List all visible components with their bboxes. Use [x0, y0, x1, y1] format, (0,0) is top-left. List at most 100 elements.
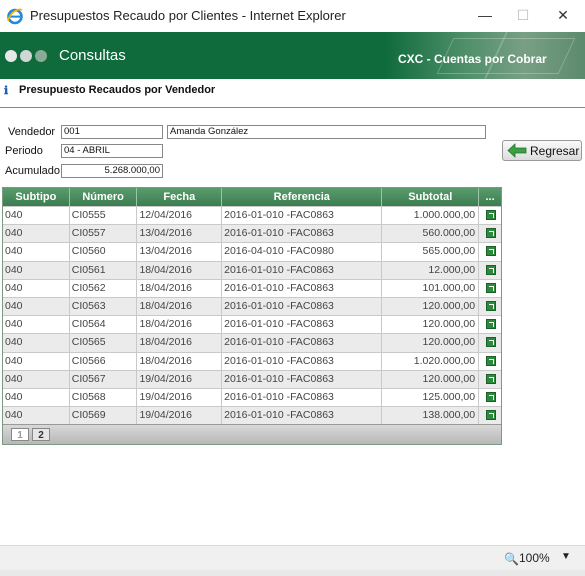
page-button-1[interactable]: 1	[11, 428, 29, 442]
cell-numero: CI0562	[70, 279, 138, 297]
open-detail-icon[interactable]	[486, 246, 497, 257]
acumulado-field[interactable]: 5.268.000,00	[61, 164, 163, 178]
cell-referencia: 2016-01-010 -FAC0863	[222, 334, 383, 352]
cell-fecha: 18/04/2016	[137, 316, 223, 334]
cell-numero: CI0563	[70, 297, 138, 316]
cell-referencia: 2016-01-010 -FAC0863	[222, 388, 383, 407]
acumulado-label: Acumulado	[5, 165, 61, 177]
table-row[interactable]: 040 CI0566 18/04/2016 2016-01-010 -FAC0863 1…	[3, 351, 501, 370]
column-header-actions: ...	[485, 191, 495, 203]
window-bottom-border	[0, 570, 585, 576]
cell-subtipo: 040	[3, 261, 70, 279]
column-header-subtipo[interactable]: Subtipo	[3, 188, 70, 206]
results-table: Subtipo Número Fecha Referencia Subtotal…	[2, 187, 502, 446]
cell-numero: CI0566	[70, 352, 138, 370]
cell-subtipo: 040	[3, 352, 70, 370]
open-detail-icon[interactable]	[486, 300, 497, 311]
cell-subtipo: 040	[3, 225, 70, 243]
maximize-button[interactable]: ☐	[508, 4, 538, 26]
zoom-level[interactable]: 100%	[519, 551, 550, 565]
table-row[interactable]: 040 CI0567 19/04/2016 2016-01-010 -FAC0863 1…	[3, 369, 501, 388]
cell-subtipo: 040	[3, 407, 70, 425]
cell-fecha: 19/04/2016	[137, 370, 223, 388]
cell-numero: CI0569	[70, 407, 138, 425]
table-header: Subtipo Número Fecha Referencia Subtotal…	[3, 188, 501, 206]
table-row[interactable]: 040 CI0560 13/04/2016 2016-04-010 -FAC0980 5…	[3, 242, 501, 261]
column-header-numero[interactable]: Número	[70, 188, 138, 206]
row-action-cell	[479, 280, 501, 297]
vendedor-code-field[interactable]: 001	[61, 125, 163, 139]
cell-subtipo: 040	[3, 207, 70, 225]
zoom-icon[interactable]: 🔍	[504, 552, 519, 566]
column-header-referencia[interactable]: Referencia	[222, 188, 383, 206]
open-detail-icon[interactable]	[486, 319, 497, 330]
cell-subtotal: 120.000,00	[382, 334, 480, 352]
banner-dot-icon	[20, 50, 32, 62]
row-action-cell	[479, 371, 501, 388]
row-action-cell	[479, 353, 501, 370]
cell-subtipo: 040	[3, 243, 70, 261]
cell-numero: CI0568	[70, 388, 138, 407]
table-row[interactable]: 040 CI0564 18/04/2016 2016-01-010 -FAC0863 1…	[3, 315, 501, 334]
page-button-2[interactable]: 2	[32, 428, 50, 442]
cell-referencia: 2016-01-010 -FAC0863	[222, 352, 383, 370]
table-row[interactable]: 040 CI0555 12/04/2016 2016-01-010 -FAC0863 1…	[3, 206, 501, 225]
row-action-cell	[479, 225, 501, 242]
table-row[interactable]: 040 CI0569 19/04/2016 2016-01-010 -FAC0863 1…	[3, 406, 501, 425]
row-action-cell	[479, 298, 501, 315]
cell-subtotal: 120.000,00	[382, 370, 480, 388]
cell-fecha: 18/04/2016	[137, 261, 223, 279]
cell-numero: CI0555	[70, 207, 138, 225]
table-row[interactable]: 040 CI0565 18/04/2016 2016-01-010 -FAC0863 1…	[3, 333, 501, 352]
banner-title: Consultas	[59, 47, 126, 64]
cell-numero: CI0557	[70, 225, 138, 243]
cell-fecha: 18/04/2016	[137, 352, 223, 370]
cell-referencia: 2016-04-010 -FAC0980	[222, 243, 383, 261]
periodo-field[interactable]: 04 - ABRIL	[61, 144, 163, 158]
row-action-cell	[479, 334, 501, 351]
table-row[interactable]: 040 CI0563 18/04/2016 2016-01-010 -FAC0863 1…	[3, 296, 501, 316]
cell-numero: CI0565	[70, 334, 138, 352]
cell-subtotal: 12.000,00	[382, 261, 480, 279]
open-detail-icon[interactable]	[486, 228, 497, 239]
row-action-cell	[479, 262, 501, 279]
column-header-subtotal[interactable]: Subtotal	[382, 188, 480, 206]
table-row[interactable]: 040 CI0557 13/04/2016 2016-01-010 -FAC0863 5…	[3, 224, 501, 243]
vendedor-label: Vendedor	[8, 126, 56, 138]
cell-fecha: 13/04/2016	[137, 243, 223, 261]
open-detail-icon[interactable]	[486, 264, 497, 275]
cell-fecha: 18/04/2016	[137, 334, 223, 352]
cell-fecha: 13/04/2016	[137, 225, 223, 243]
open-detail-icon[interactable]	[486, 410, 497, 421]
close-button[interactable]: ✕	[548, 4, 578, 26]
internet-explorer-icon	[7, 8, 23, 25]
cell-subtotal: 125.000,00	[382, 388, 480, 407]
table-row[interactable]: 040 CI0561 18/04/2016 2016-01-010 -FAC0863 1…	[3, 260, 501, 279]
regresar-button[interactable]: Regresar	[502, 140, 582, 161]
cell-referencia: 2016-01-010 -FAC0863	[222, 261, 383, 279]
open-detail-icon[interactable]	[486, 337, 497, 348]
cell-subtotal: 1.020.000,00	[382, 352, 480, 370]
table-row[interactable]: 040 CI0562 18/04/2016 2016-01-010 -FAC0863 1…	[3, 278, 501, 297]
cell-numero: CI0561	[70, 261, 138, 279]
table-pager: 1 2	[3, 424, 501, 445]
cell-fecha: 19/04/2016	[137, 407, 223, 425]
row-action-cell	[479, 207, 501, 224]
cell-fecha: 18/04/2016	[137, 279, 223, 297]
column-header-fecha[interactable]: Fecha	[137, 188, 223, 206]
cell-subtotal: 120.000,00	[382, 316, 480, 334]
vendedor-name-field[interactable]: Amanda González	[167, 125, 486, 139]
table-row[interactable]: 040 CI0568 19/04/2016 2016-01-010 -FAC0863 1…	[3, 387, 501, 407]
open-detail-icon[interactable]	[486, 355, 497, 366]
window-titlebar: Presupuestos Recaudo por Clientes - Inte…	[0, 0, 585, 32]
open-detail-icon[interactable]	[486, 210, 497, 220]
cell-subtipo: 040	[3, 316, 70, 334]
banner-dot-icon	[5, 50, 17, 62]
minimize-button[interactable]: —	[470, 4, 500, 26]
chevron-down-icon[interactable]: ▼	[561, 551, 571, 562]
cell-subtipo: 040	[3, 388, 70, 407]
status-bar: 🔍 100% ▼	[0, 545, 585, 570]
open-detail-icon[interactable]	[486, 282, 497, 293]
open-detail-icon[interactable]	[486, 391, 497, 402]
open-detail-icon[interactable]	[486, 373, 497, 384]
